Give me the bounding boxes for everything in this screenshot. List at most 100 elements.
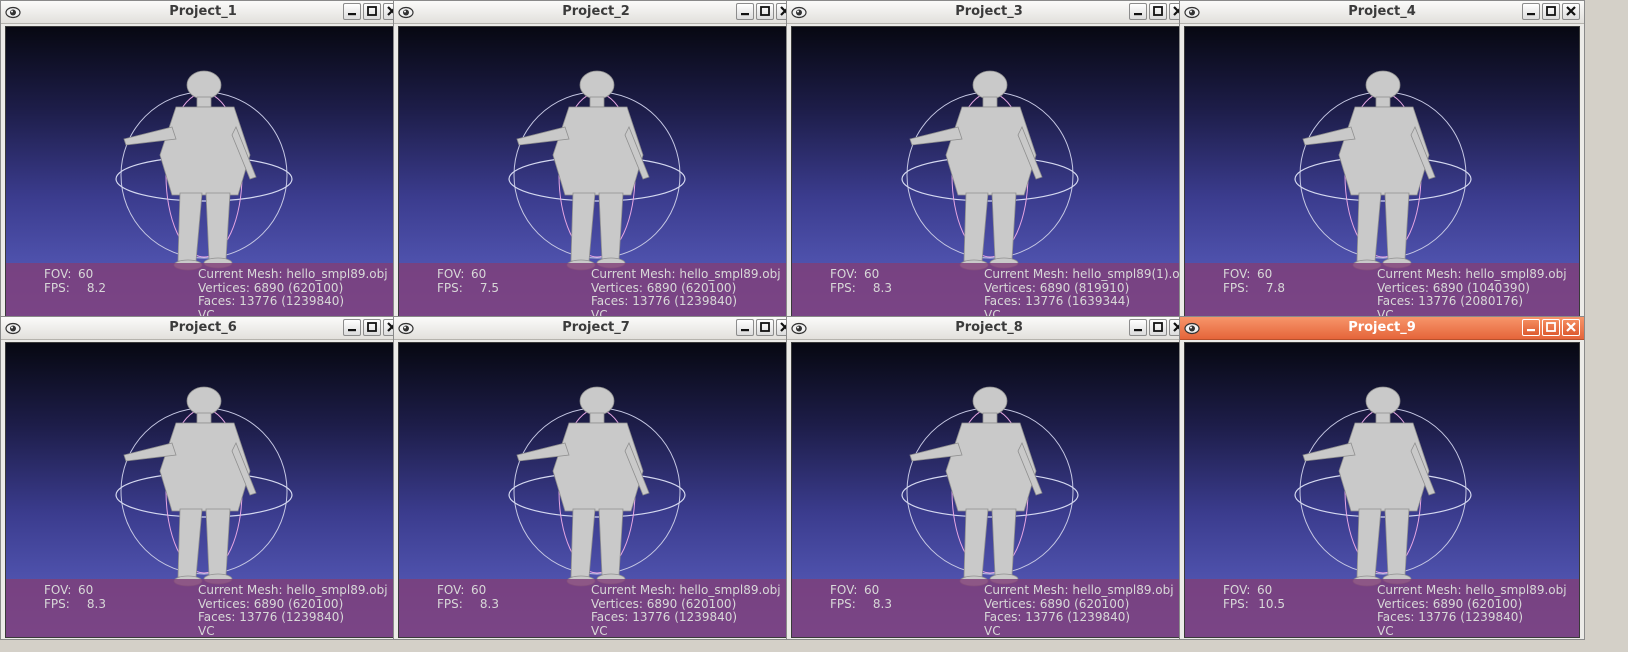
- close-button[interactable]: [1562, 3, 1580, 20]
- vertices-text: Vertices: 6890 (620100): [984, 596, 1130, 611]
- render-stats: FOV: 60 FPS: 8.3: [830, 583, 892, 611]
- window-titlebar[interactable]: Project_1: [1, 1, 405, 24]
- fps-label: FPS:: [437, 596, 463, 611]
- maximize-button[interactable]: [1149, 319, 1167, 336]
- 3d-viewport[interactable]: FOV: 60 FPS: 8.2 Current Mesh: hello_smpl8…: [5, 26, 401, 322]
- window-project-1[interactable]: Project_1 FOV: 60 FPS: 8.2 Current Mesh:…: [0, 0, 406, 324]
- maximize-button[interactable]: [1542, 319, 1560, 336]
- minimize-icon: [348, 329, 356, 332]
- faces-text: Faces: 13776 (1239840): [591, 294, 738, 308]
- maximize-button[interactable]: [363, 319, 381, 336]
- current-mesh-text: Current Mesh: hello_smpl89.obj: [1377, 583, 1567, 597]
- fps-value: 8.2: [86, 280, 106, 295]
- minimize-button[interactable]: [1129, 319, 1147, 336]
- minimize-button[interactable]: [1522, 319, 1540, 336]
- maximize-icon: [1153, 322, 1163, 332]
- render-stats: FOV: 60 FPS: 8.2: [44, 267, 106, 295]
- vc-text: VC: [984, 623, 1001, 638]
- window-project-4[interactable]: Project_4 FOV: 60 FPS: 7.8 Current Mesh:…: [1179, 0, 1585, 324]
- info-overlay: FOV: 60 FPS: 8.3 Current Mesh: hello_smpl8…: [399, 579, 793, 637]
- close-icon: [1566, 6, 1576, 16]
- minimize-button[interactable]: [343, 319, 361, 336]
- window-project-3[interactable]: Project_3 FOV: 60 FPS: 8.3 Current Mesh:…: [786, 0, 1192, 324]
- info-overlay: FOV: 60 FPS: 8.3 Current Mesh: hello_smpl8…: [792, 263, 1186, 321]
- human-mesh: [123, 386, 257, 587]
- mesh-info: Current Mesh: hello_smpl89.obj Vertices:…: [1377, 583, 1567, 638]
- window-titlebar[interactable]: Project_2: [394, 1, 798, 24]
- fov-label: FOV:: [437, 267, 465, 281]
- current-mesh-text: Current Mesh: hello_smpl89.obj: [591, 583, 781, 597]
- mesh-info: Current Mesh: hello_smpl89(1).obj Vertic…: [984, 267, 1186, 321]
- fov-label: FOV:: [44, 267, 72, 281]
- fps-label: FPS:: [437, 280, 463, 295]
- maximize-button[interactable]: [1149, 3, 1167, 20]
- human-mesh: [123, 70, 257, 271]
- render-stats: FOV: 60 FPS: 8.3: [44, 583, 106, 611]
- fov-value: 60: [78, 267, 94, 281]
- 3d-viewport[interactable]: FOV: 60 FPS: 8.3 Current Mesh: hello_smpl8…: [5, 342, 401, 638]
- current-mesh-text: Current Mesh: hello_smpl89.obj: [591, 267, 781, 281]
- mesh-info: Current Mesh: hello_smpl89.obj Vertices:…: [198, 267, 388, 321]
- vc-text: VC: [591, 623, 608, 638]
- faces-text: Faces: 13776 (2080176): [1377, 294, 1524, 308]
- window-project-9[interactable]: Project_9 FOV: 60 FPS: 10.5 Current Mesh…: [1179, 316, 1585, 640]
- maximize-button[interactable]: [756, 3, 774, 20]
- window-titlebar[interactable]: Project_8: [787, 317, 1191, 340]
- 3d-viewport[interactable]: FOV: 60 FPS: 7.8 Current Mesh: hello_smpl8…: [1184, 26, 1580, 322]
- human-mesh: [1302, 386, 1436, 587]
- info-overlay: FOV: 60 FPS: 10.5 Current Mesh: hello_smpl…: [1185, 579, 1579, 637]
- maximize-button[interactable]: [1542, 3, 1560, 20]
- maximize-icon: [1153, 6, 1163, 16]
- faces-text: Faces: 13776 (1239840): [1377, 610, 1524, 624]
- minimize-button[interactable]: [1129, 3, 1147, 20]
- maximize-button[interactable]: [756, 319, 774, 336]
- minimize-button[interactable]: [736, 319, 754, 336]
- minimize-button[interactable]: [736, 3, 754, 20]
- 3d-viewport[interactable]: FOV: 60 FPS: 10.5 Current Mesh: hello_smpl…: [1184, 342, 1580, 638]
- window-titlebar[interactable]: Project_4: [1180, 1, 1584, 24]
- fps-label: FPS:: [44, 596, 70, 611]
- fps-label: FPS:: [830, 596, 856, 611]
- minimize-button[interactable]: [343, 3, 361, 20]
- fps-value: 8.3: [479, 596, 499, 611]
- close-button[interactable]: [1562, 319, 1580, 336]
- 3d-viewport[interactable]: FOV: 60 FPS: 8.3 Current Mesh: hello_smpl8…: [791, 342, 1187, 638]
- render-stats: FOV: 60 FPS: 10.5: [1223, 583, 1285, 611]
- window-titlebar[interactable]: Project_3: [787, 1, 1191, 24]
- 3d-viewport[interactable]: FOV: 60 FPS: 8.3 Current Mesh: hello_smpl8…: [791, 26, 1187, 322]
- window-titlebar[interactable]: Project_9: [1180, 317, 1584, 340]
- close-icon: [1566, 322, 1576, 332]
- fov-label: FOV:: [1223, 267, 1251, 281]
- vertices-text: Vertices: 6890 (620100): [591, 280, 737, 295]
- maximize-button[interactable]: [363, 3, 381, 20]
- window-project-8[interactable]: Project_8 FOV: 60 FPS: 8.3 Current Mesh:…: [786, 316, 1192, 640]
- render-stats: FOV: 60 FPS: 8.3: [437, 583, 499, 611]
- window-titlebar[interactable]: Project_7: [394, 317, 798, 340]
- fps-label: FPS:: [1223, 280, 1249, 295]
- human-mesh: [909, 70, 1043, 271]
- human-mesh: [516, 70, 650, 271]
- fov-value: 60: [1257, 267, 1273, 281]
- minimize-button[interactable]: [1522, 3, 1540, 20]
- 3d-viewport[interactable]: FOV: 60 FPS: 7.5 Current Mesh: hello_smpl8…: [398, 26, 794, 322]
- fps-value: 10.5: [1258, 596, 1285, 611]
- minimize-icon: [1527, 13, 1535, 16]
- window-project-2[interactable]: Project_2 FOV: 60 FPS: 7.5 Current Mesh:…: [393, 0, 799, 324]
- mesh-info: Current Mesh: hello_smpl89.obj Vertices:…: [198, 583, 388, 638]
- minimize-icon: [1527, 329, 1535, 332]
- window-project-7[interactable]: Project_7 FOV: 60 FPS: 8.3 Current Mesh:…: [393, 316, 799, 640]
- render-stats: FOV: 60 FPS: 8.3: [830, 267, 892, 295]
- window-project-6[interactable]: Project_6 FOV: 60 FPS: 8.3 Current Mesh:…: [0, 316, 406, 640]
- window-titlebar[interactable]: Project_6: [1, 317, 405, 340]
- vc-text: VC: [1377, 623, 1394, 638]
- minimize-icon: [1134, 13, 1142, 16]
- fov-value: 60: [471, 267, 487, 281]
- fps-value: 8.3: [872, 280, 892, 295]
- vc-text: VC: [198, 623, 215, 638]
- faces-text: Faces: 13776 (1239840): [984, 610, 1131, 624]
- fov-value: 60: [864, 267, 880, 281]
- 3d-viewport[interactable]: FOV: 60 FPS: 8.3 Current Mesh: hello_smpl8…: [398, 342, 794, 638]
- minimize-icon: [741, 329, 749, 332]
- current-mesh-text: Current Mesh: hello_smpl89.obj: [198, 583, 388, 597]
- maximize-icon: [367, 322, 377, 332]
